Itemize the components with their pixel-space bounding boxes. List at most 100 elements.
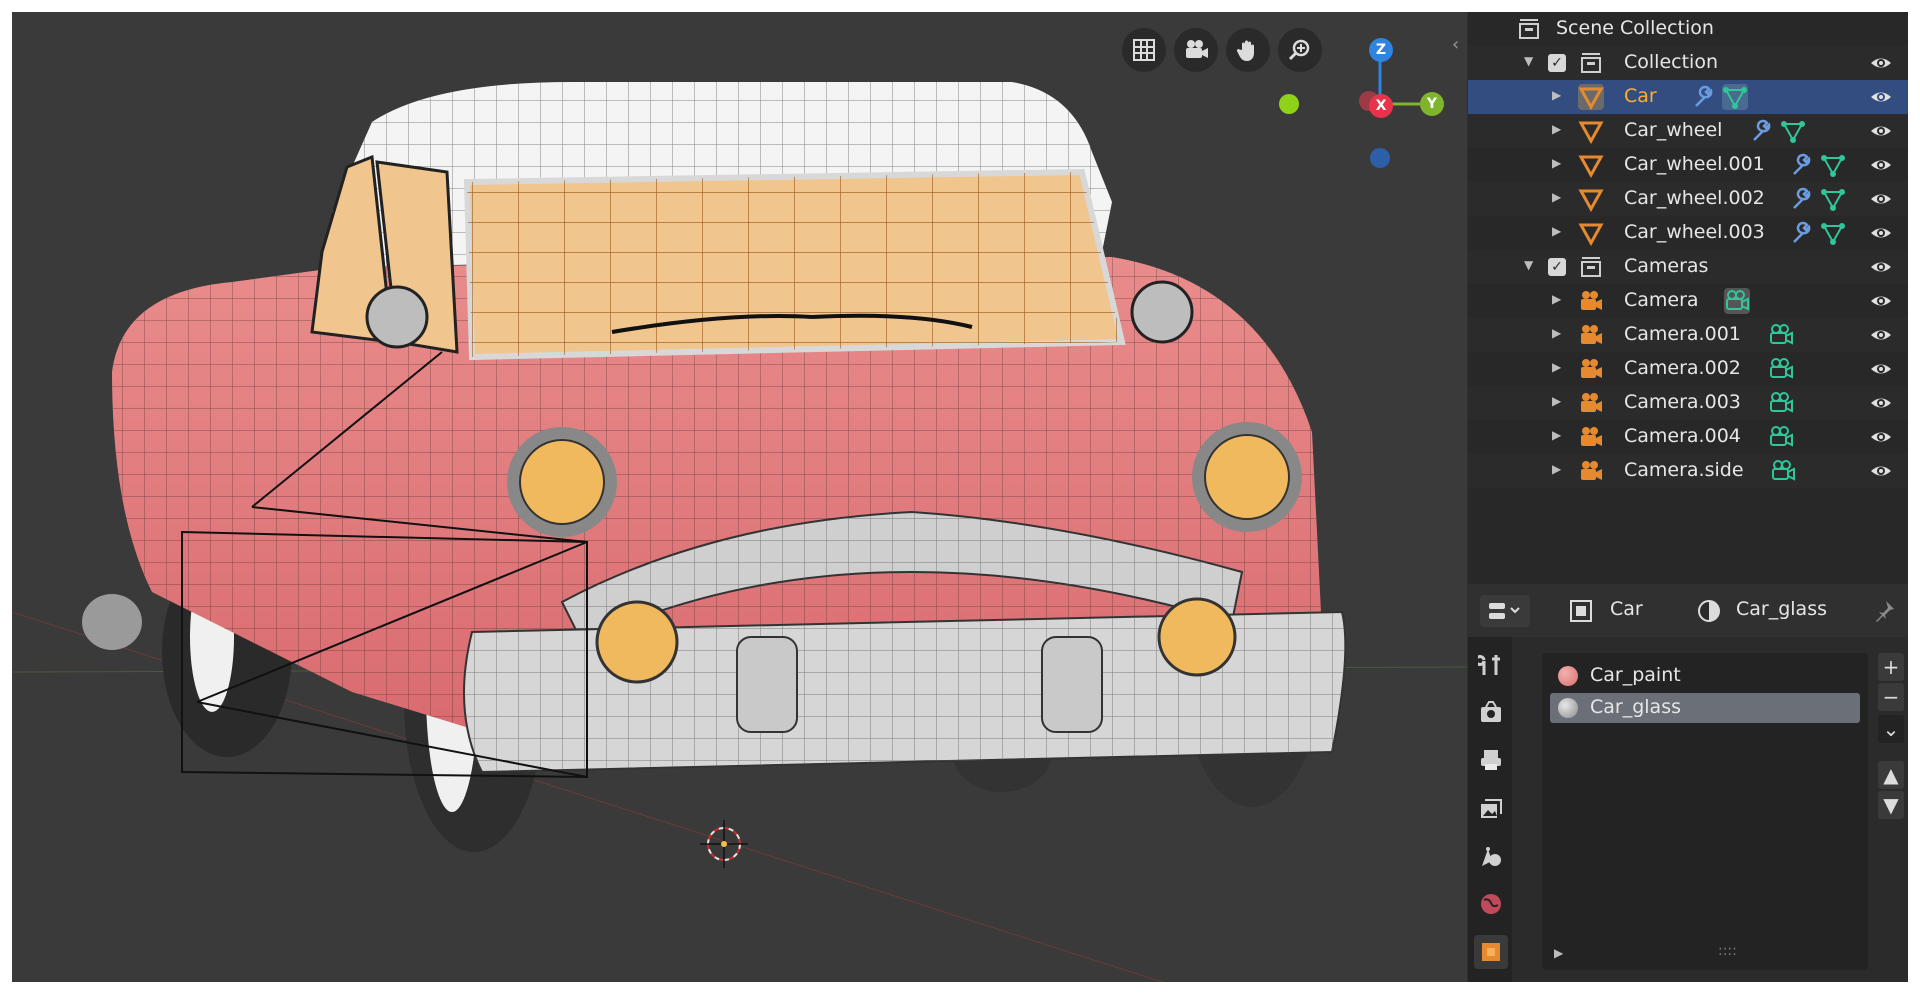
- camera-data-icon[interactable]: [1768, 424, 1794, 450]
- outliner-row-collection[interactable]: ▼ ✓ Collection: [1468, 46, 1908, 80]
- visibility-eye-icon[interactable]: [1870, 52, 1892, 74]
- expand-arrow-icon[interactable]: ▶: [1552, 326, 1561, 340]
- expand-arrow-icon[interactable]: ▶: [1552, 428, 1561, 442]
- mesh-data-icon[interactable]: [1722, 84, 1748, 110]
- mesh-object-icon: [1578, 121, 1604, 144]
- pin-icon[interactable]: [1872, 599, 1896, 623]
- visibility-eye-icon[interactable]: [1870, 86, 1892, 108]
- z-negative-axis-dot[interactable]: [1370, 148, 1390, 168]
- camera-001-label: Camera.001: [1624, 323, 1741, 345]
- expand-arrow-icon[interactable]: ▶: [1552, 122, 1561, 136]
- object-tab-icon[interactable]: [1474, 935, 1508, 969]
- expand-filter-icon[interactable]: ▶: [1554, 946, 1563, 960]
- sidebar-collapse-icon[interactable]: ‹: [1452, 34, 1459, 55]
- collection-icon: [1581, 53, 1601, 73]
- camera-data-icon[interactable]: [1768, 356, 1794, 382]
- mesh-data-icon[interactable]: [1820, 152, 1846, 178]
- y-axis-handle[interactable]: Y: [1420, 92, 1444, 116]
- move-slot-up-button[interactable]: ▲: [1878, 761, 1904, 789]
- expand-arrow-icon[interactable]: ▼: [1524, 258, 1533, 272]
- expand-arrow-icon[interactable]: ▶: [1552, 156, 1561, 170]
- camera-data-icon[interactable]: [1768, 390, 1794, 416]
- modifier-wrench-icon[interactable]: [1788, 220, 1814, 246]
- outliner-row-car-wheel-001[interactable]: ▶ Car_wheel.001: [1468, 148, 1908, 182]
- modifier-wrench-icon[interactable]: [1690, 84, 1716, 110]
- outliner-row-camera-003[interactable]: ▶ Camera.003: [1468, 386, 1908, 420]
- z-axis-handle[interactable]: Z: [1369, 38, 1393, 62]
- outliner-row-camera-004[interactable]: ▶ Camera.004: [1468, 420, 1908, 454]
- modifier-wrench-icon[interactable]: [1788, 186, 1814, 212]
- outliner-row-camera-002[interactable]: ▶ Camera.002: [1468, 352, 1908, 386]
- exclude-checkbox[interactable]: ✓: [1548, 258, 1566, 276]
- outliner-row-camera[interactable]: ▶ Camera: [1468, 284, 1908, 318]
- expand-arrow-icon[interactable]: ▶: [1552, 360, 1561, 374]
- visibility-eye-icon[interactable]: [1870, 324, 1892, 346]
- car-wheel-002-label: Car_wheel.002: [1624, 187, 1765, 209]
- view-layer-tab-icon[interactable]: [1474, 791, 1508, 825]
- navigation-gizmo[interactable]: Z X Y: [1279, 24, 1444, 174]
- breadcrumb-material-name[interactable]: Car_glass: [1736, 598, 1827, 620]
- collection-icon: [1581, 257, 1601, 277]
- material-slot-car-glass[interactable]: Car_glass: [1550, 693, 1860, 723]
- 3d-viewport[interactable]: Z X Y ‹: [12, 12, 1467, 982]
- outliner-row-car-wheel-002[interactable]: ▶ Car_wheel.002: [1468, 182, 1908, 216]
- expand-arrow-icon[interactable]: ▶: [1552, 224, 1561, 238]
- scene-tab-icon[interactable]: [1474, 839, 1508, 873]
- expand-arrow-icon[interactable]: ▶: [1552, 394, 1561, 408]
- camera-data-icon[interactable]: [1768, 322, 1794, 348]
- x-axis-handle[interactable]: X: [1369, 94, 1393, 118]
- camera-003-label: Camera.003: [1624, 391, 1741, 413]
- camera-object-icon: [1581, 359, 1602, 378]
- mesh-data-icon[interactable]: [1820, 220, 1846, 246]
- move-slot-down-button[interactable]: ▼: [1878, 791, 1904, 819]
- mesh-data-icon[interactable]: [1780, 118, 1806, 144]
- outliner-panel: Scene Collection ▼ ✓ Collection ▶ Car ▶: [1468, 12, 1908, 584]
- outliner-row-car-wheel-003[interactable]: ▶ Car_wheel.003: [1468, 216, 1908, 250]
- outliner-row-car-wheel[interactable]: ▶ Car_wheel: [1468, 114, 1908, 148]
- hand-pan-icon[interactable]: [1226, 28, 1270, 72]
- camera-002-label: Camera.002: [1624, 357, 1741, 379]
- modifier-wrench-icon[interactable]: [1748, 118, 1774, 144]
- camera-data-icon[interactable]: [1770, 458, 1796, 484]
- expand-arrow-icon[interactable]: ▶: [1552, 190, 1561, 204]
- outliner-scene-collection[interactable]: Scene Collection: [1468, 12, 1908, 46]
- slot-specials-menu-button[interactable]: ⌄: [1878, 715, 1904, 743]
- visibility-eye-icon[interactable]: [1870, 392, 1892, 414]
- y-negative-axis-dot[interactable]: [1279, 94, 1299, 114]
- render-tab-icon[interactable]: [1474, 695, 1508, 729]
- mesh-data-icon[interactable]: [1820, 186, 1846, 212]
- visibility-eye-icon[interactable]: [1870, 426, 1892, 448]
- breadcrumb-object-name[interactable]: Car: [1610, 598, 1643, 620]
- camera-data-icon[interactable]: [1724, 288, 1750, 314]
- visibility-eye-icon[interactable]: [1870, 222, 1892, 244]
- visibility-eye-icon[interactable]: [1870, 256, 1892, 278]
- outliner-row-cameras[interactable]: ▼ ✓ Cameras: [1468, 250, 1908, 284]
- expand-arrow-icon[interactable]: ▼: [1524, 54, 1533, 68]
- material-slot-car-paint[interactable]: Car_paint: [1550, 661, 1860, 691]
- camera-icon[interactable]: [1174, 28, 1218, 72]
- outliner-row-camera-001[interactable]: ▶ Camera.001: [1468, 318, 1908, 352]
- expand-arrow-icon[interactable]: ▶: [1552, 462, 1561, 476]
- visibility-eye-icon[interactable]: [1870, 460, 1892, 482]
- remove-slot-button[interactable]: −: [1878, 683, 1904, 711]
- outliner-row-car[interactable]: ▶ Car: [1468, 80, 1908, 114]
- resize-handle-icon[interactable]: ::::: [1718, 943, 1737, 959]
- visibility-eye-icon[interactable]: [1870, 120, 1892, 142]
- output-tab-icon[interactable]: [1474, 743, 1508, 777]
- material-slot-list[interactable]: Car_paint Car_glass ▶ ::::: [1542, 653, 1868, 970]
- modifier-wrench-icon[interactable]: [1788, 152, 1814, 178]
- visibility-eye-icon[interactable]: [1870, 188, 1892, 210]
- exclude-checkbox[interactable]: ✓: [1548, 54, 1566, 72]
- add-slot-button[interactable]: +: [1878, 653, 1904, 681]
- world-tab-icon[interactable]: [1474, 887, 1508, 921]
- expand-arrow-icon[interactable]: ▶: [1552, 292, 1561, 306]
- expand-arrow-icon[interactable]: ▶: [1552, 88, 1561, 102]
- object-icon: [1570, 600, 1592, 622]
- visibility-eye-icon[interactable]: [1870, 154, 1892, 176]
- visibility-eye-icon[interactable]: [1870, 290, 1892, 312]
- outliner-row-camera-side[interactable]: ▶ Camera.side: [1468, 454, 1908, 488]
- tool-tab-icon[interactable]: [1474, 647, 1508, 681]
- grid-icon[interactable]: [1122, 28, 1166, 72]
- editor-type-dropdown[interactable]: [1480, 595, 1530, 627]
- visibility-eye-icon[interactable]: [1870, 358, 1892, 380]
